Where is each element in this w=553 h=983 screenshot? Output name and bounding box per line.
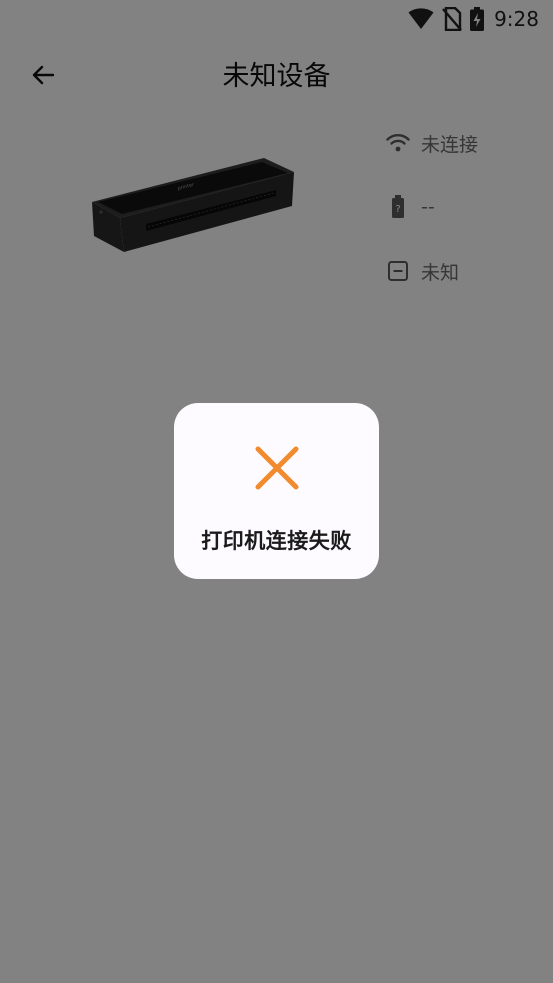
close-x-icon <box>255 446 298 490</box>
dialog-message: 打印机连接失败 <box>201 529 352 553</box>
app-screen: 9:28 未知设备 printer 未连接 ? -- 未知 打印机连接失败 <box>0 0 553 983</box>
connection-failed-dialog: 打印机连接失败 <box>174 403 379 579</box>
